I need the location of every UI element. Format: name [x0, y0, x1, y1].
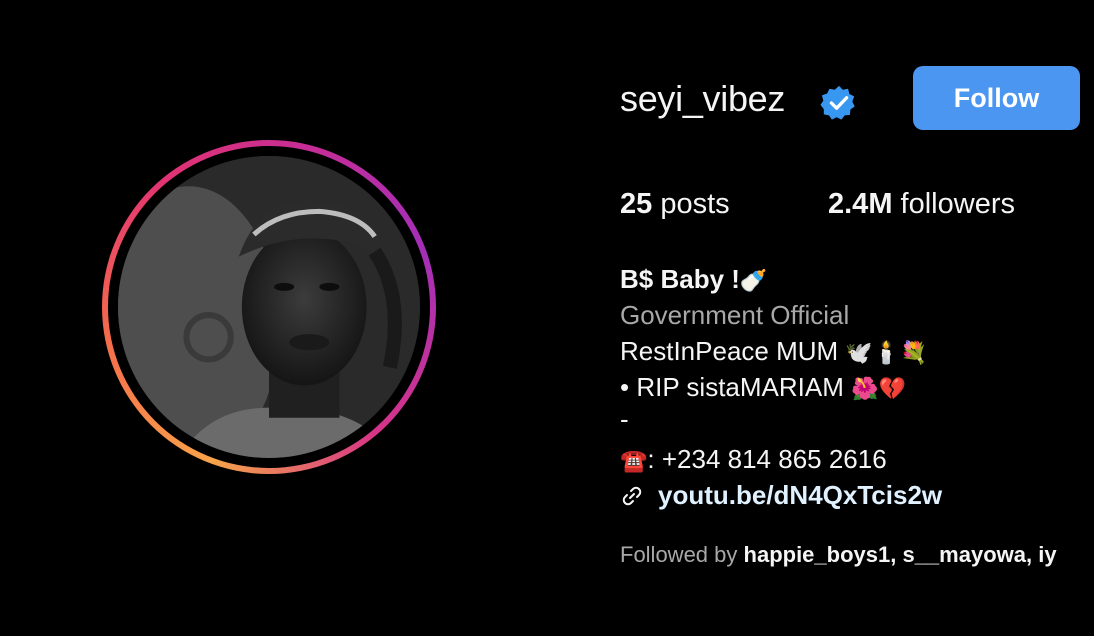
followers-count: 2.4M — [828, 188, 893, 220]
followers-count-stat[interactable]: 2.4M followers — [828, 188, 1015, 221]
profile-photo[interactable] — [118, 156, 420, 458]
followed-by-prefix: Followed by — [620, 542, 744, 567]
story-ring-avatar[interactable] — [102, 140, 436, 474]
profile-username: seyi_vibez — [620, 78, 786, 119]
followers-label: followers — [900, 188, 1015, 220]
telephone-icon: ☎️ — [620, 449, 648, 474]
baby-bottle-icon: 🍼 — [739, 269, 768, 294]
bio-display-name: B$ Baby !🍼 — [620, 264, 767, 295]
bio-phone-number: : +234 814 865 2616 — [647, 444, 887, 474]
bio-line-rip-sista: • RIP sistaMARIAM 🌺💔 — [620, 372, 906, 403]
bio-line-dash: - — [620, 404, 629, 434]
verified-badge-icon — [820, 85, 855, 120]
bio-line-text: RestInPeace MUM — [620, 336, 846, 366]
bio-category: Government Official — [620, 300, 850, 330]
bio-line-text: • RIP sistaMARIAM — [620, 372, 852, 402]
bio-line-rest-in-peace: RestInPeace MUM 🕊️🕯️💐 — [620, 336, 928, 367]
bio-external-link[interactable]: youtu.be/dN4QxTcis2w — [620, 480, 942, 511]
bio-line-phone: ☎️: +234 814 865 2616 — [620, 444, 887, 475]
followed-by-text[interactable]: Followed by happie_boys1, s__mayowa, iy — [620, 542, 1057, 568]
link-icon — [622, 486, 642, 505]
hibiscus-broken-heart-icon: 🌺💔 — [851, 377, 906, 402]
profile-photo-image — [118, 156, 420, 458]
posts-count-stat: 25 posts — [620, 188, 730, 221]
bio-link-text: youtu.be/dN4QxTcis2w — [658, 480, 943, 510]
bio-display-name-text: B$ Baby ! — [620, 264, 740, 294]
follow-button[interactable]: Follow — [913, 66, 1080, 130]
posts-label: posts — [660, 188, 730, 220]
posts-count: 25 — [620, 188, 653, 220]
dove-candle-bouquet-icon: 🕊️🕯️💐 — [845, 341, 928, 366]
followed-by-names: happie_boys1, s__mayowa, iy — [743, 542, 1057, 567]
profile-page: seyi_vibez Follow 25 posts 2.4M follower… — [0, 0, 1094, 636]
